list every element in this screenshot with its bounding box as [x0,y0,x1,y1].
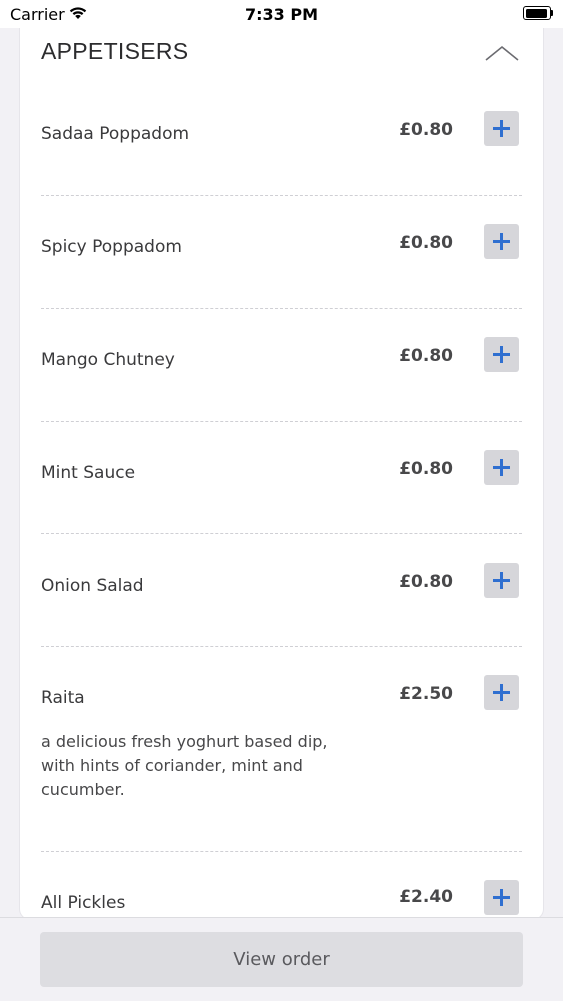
list-item: Onion Salad £0.80 [20,562,543,662]
item-name: Onion Salad [41,576,144,596]
item-description: a delicious fresh yoghurt based dip, wit… [41,732,328,799]
divider [41,195,522,196]
add-item-button[interactable] [484,675,519,710]
item-price: £0.80 [399,233,453,253]
item-price: £0.80 [399,346,453,366]
add-item-button[interactable] [484,337,519,372]
item-name: Mint Sauce [41,463,136,483]
divider [41,851,522,852]
divider [41,421,522,422]
list-item: Raita £2.50 a delicious fresh yoghurt ba… [20,674,543,854]
add-item-button[interactable] [484,880,519,915]
view-order-button[interactable]: View order [40,932,523,987]
item-name: Raita [41,688,85,708]
item-name: All Pickles [41,893,126,913]
item-name: Spicy Poppadom [41,237,182,257]
battery-icon [523,6,553,20]
add-item-button[interactable] [484,224,519,259]
add-item-button[interactable] [484,563,519,598]
status-bar: Carrier 7:33 PM [0,0,563,28]
add-item-button[interactable] [484,450,519,485]
menu-section-card: APPETISERS Sadaa Poppadom £0.80 Spicy Po… [20,14,543,919]
chevron-up-icon[interactable] [482,38,522,68]
item-price: £0.80 [399,572,453,592]
item-price: £0.80 [399,120,453,140]
item-price: £2.50 [399,684,453,704]
clock-time: 7:33 PM [244,5,318,24]
item-name: Sadaa Poppadom [41,124,190,144]
item-price: £0.80 [399,459,453,479]
section-title: APPETISERS [41,38,189,64]
item-name: Mango Chutney [41,350,175,370]
divider [41,533,522,534]
divider [41,646,522,647]
add-item-button[interactable] [484,111,519,146]
item-price: £2.40 [399,887,453,907]
list-item: All Pickles £2.40 [20,879,543,919]
bottom-bar: View order [0,917,563,1001]
list-item: Mint Sauce £0.80 [20,449,543,549]
divider [41,308,522,309]
